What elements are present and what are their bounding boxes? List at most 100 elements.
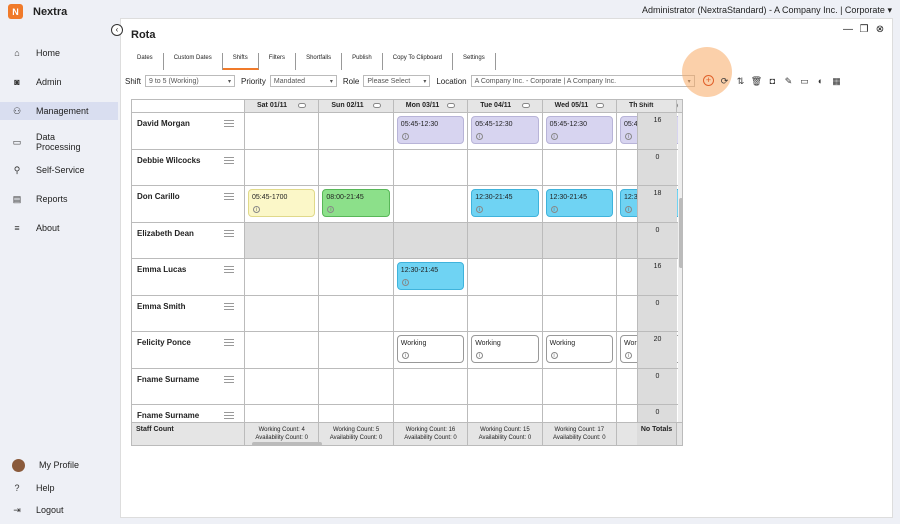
rota-cell[interactable] (542, 222, 617, 259)
drag-handle-icon[interactable] (224, 120, 234, 127)
sidebar-item-home[interactable]: ⌂ Home (0, 44, 118, 62)
role-select[interactable]: Please Select ▾ (363, 75, 431, 87)
drag-handle-icon[interactable] (224, 302, 234, 310)
shift-block[interactable]: Working i (545, 335, 613, 363)
sidebar-item-logout[interactable]: ⇥ Logout (0, 501, 118, 519)
shift-block[interactable]: 05:45-12:30 i (471, 116, 539, 144)
vertical-scrollbar[interactable] (678, 113, 682, 422)
rota-cell[interactable] (468, 368, 543, 405)
rota-cell[interactable] (245, 332, 320, 369)
toggle-icon[interactable] (298, 103, 307, 108)
tab-shortfalls[interactable]: Shortfalls (296, 53, 343, 70)
rota-cell[interactable] (468, 295, 543, 332)
drag-handle-icon[interactable] (224, 375, 234, 383)
rota-cell[interactable] (468, 259, 543, 296)
shift-select[interactable]: 9 to 5 (Working) ▾ (145, 75, 236, 87)
day-header[interactable]: Sat 01/11 (245, 100, 320, 113)
rota-cell[interactable] (542, 368, 617, 405)
shift-block[interactable]: 05:45-12:30 i (396, 116, 465, 144)
info-icon[interactable]: i (253, 206, 260, 213)
drag-handle-icon[interactable] (224, 193, 234, 200)
rota-cell[interactable] (319, 368, 394, 405)
close-icon[interactable]: ⊗ (874, 23, 886, 35)
sidebar-item-data-processing[interactable]: ▭ Data Processing (0, 130, 118, 154)
rota-cell[interactable] (393, 222, 469, 259)
drag-handle-icon[interactable] (224, 412, 234, 419)
info-icon[interactable]: i (476, 206, 484, 213)
rota-cell[interactable] (393, 295, 469, 332)
rota-cell[interactable] (245, 149, 320, 186)
rota-cell[interactable] (245, 113, 320, 150)
rota-cell[interactable]: 05:45-1700 i (245, 186, 320, 223)
drag-handle-icon[interactable] (224, 229, 234, 237)
rota-cell[interactable] (393, 186, 469, 223)
tab-settings[interactable]: Settings (453, 53, 496, 70)
sort-icon[interactable]: ⇅ (735, 76, 746, 87)
palette-icon[interactable]: ◐ (815, 76, 826, 87)
tab-copy-to-clipboard[interactable]: Copy To Clipboard (383, 53, 454, 70)
shift-block[interactable]: 05:45-12:30 i (545, 116, 613, 144)
edit-icon[interactable]: ✎ (783, 76, 794, 87)
toggle-icon[interactable] (521, 103, 530, 108)
minimize-icon[interactable]: — (842, 23, 854, 35)
day-header[interactable]: Tue 04/11 (468, 100, 543, 113)
sidebar-item-management[interactable]: ⚇ Management (0, 102, 118, 120)
rota-cell[interactable]: 12:30-21:45 i (542, 186, 617, 223)
tab-filters[interactable]: Filters (259, 53, 297, 70)
shift-block[interactable]: 05:45-1700 i (248, 189, 316, 217)
rota-cell[interactable]: Working i (393, 332, 469, 369)
info-icon[interactable]: i (401, 133, 409, 140)
rota-cell[interactable] (542, 149, 617, 186)
rota-cell[interactable] (319, 332, 394, 369)
day-header[interactable]: Wed 05/11 (542, 100, 617, 113)
toggle-icon[interactable] (595, 103, 604, 108)
rota-cell[interactable] (319, 113, 394, 150)
rota-cell[interactable]: 12:30-21:45 i (468, 186, 543, 223)
rota-cell[interactable] (245, 295, 320, 332)
sidebar-item-help[interactable]: ? Help (0, 479, 118, 497)
location-select[interactable]: A Company Inc. - Corporate | A Company I… (470, 75, 695, 87)
sidebar-item-my-profile[interactable]: My Profile (0, 456, 118, 474)
sidebar-item-admin[interactable]: ◙ Admin (0, 73, 118, 91)
info-icon[interactable]: i (625, 133, 632, 140)
rota-cell[interactable] (319, 259, 394, 296)
shift-block[interactable]: Working i (396, 335, 465, 363)
rota-cell[interactable] (542, 295, 617, 332)
drag-handle-icon[interactable] (224, 266, 234, 273)
day-header[interactable]: Sun 02/11 (319, 100, 394, 113)
shift-block[interactable]: Working i (471, 335, 539, 363)
rota-cell[interactable]: 08:00-21:45 i (319, 186, 394, 223)
rota-cell[interactable] (468, 222, 543, 259)
info-icon[interactable]: i (401, 352, 409, 359)
sidebar-item-about[interactable]: ≡ About (0, 219, 118, 237)
toggle-icon[interactable] (447, 103, 456, 108)
rota-cell[interactable]: Working i (542, 332, 617, 369)
user-info-dropdown[interactable]: Administrator (NextraStandard) - A Compa… (642, 5, 892, 16)
trash-icon[interactable]: 🗑 (751, 76, 762, 87)
rota-cell[interactable]: 05:45-12:30 i (393, 113, 469, 150)
restore-icon[interactable]: ❐ (858, 23, 870, 35)
shift-block[interactable]: 12:30-21:45 i (396, 262, 465, 290)
tab-custom-dates[interactable]: Custom Dates (164, 53, 223, 70)
tab-publish[interactable]: Publish (342, 53, 383, 70)
rota-cell[interactable] (542, 259, 617, 296)
info-icon[interactable]: i (550, 206, 558, 213)
rota-cell[interactable] (393, 149, 469, 186)
info-icon[interactable]: i (625, 352, 632, 359)
info-icon[interactable]: i (401, 279, 409, 286)
drag-handle-icon[interactable] (224, 156, 234, 164)
rota-cell[interactable]: 12:30-21:45 i (393, 259, 469, 296)
table-icon[interactable]: ▦ (831, 76, 842, 87)
rota-cell[interactable] (245, 368, 320, 405)
day-header[interactable]: Mon 03/11 (393, 100, 469, 113)
rota-cell[interactable]: Working i (468, 332, 543, 369)
scroll-thumb[interactable] (679, 198, 682, 268)
rota-cell[interactable]: 05:45-12:30 i (542, 113, 617, 150)
info-icon[interactable]: i (550, 352, 558, 359)
rota-cell[interactable] (319, 295, 394, 332)
tab-dates[interactable]: Dates (127, 53, 164, 70)
shift-block[interactable]: 12:30-21:45 i (471, 189, 539, 217)
info-icon[interactable]: i (327, 206, 335, 213)
drag-handle-icon[interactable] (224, 339, 234, 346)
rota-cell[interactable] (319, 222, 394, 259)
